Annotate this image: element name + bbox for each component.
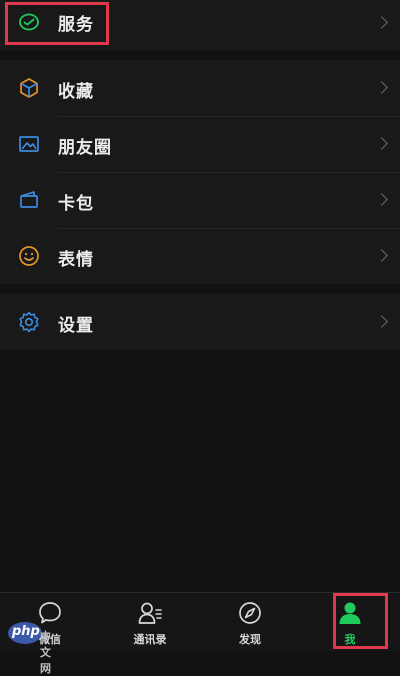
menu-item-settings-label: 设置 (58, 316, 94, 336)
menu-item-stickers-label: 表情 (58, 250, 94, 270)
menu-item-favorites[interactable]: 收藏 (0, 60, 400, 116)
gear-icon (19, 311, 39, 333)
chat-bubble-icon (39, 602, 61, 624)
chevron-right-icon (375, 137, 388, 150)
watermark-site: 中文网 (40, 630, 51, 675)
smiley-icon (19, 246, 39, 266)
chevron-right-icon (375, 16, 388, 29)
chevron-right-icon (375, 249, 388, 262)
menu-item-cards[interactable]: 卡包 (0, 172, 400, 228)
card-wallet-icon (20, 191, 38, 208)
chevron-right-icon (375, 193, 388, 206)
chevron-right-icon (375, 315, 388, 328)
picture-icon (19, 136, 39, 152)
menu-item-moments-label: 朋友圈 (58, 138, 112, 158)
contacts-icon (138, 602, 162, 624)
menu-item-moments[interactable]: 朋友圈 (0, 116, 400, 172)
tab-contacts[interactable]: 通讯录 (100, 593, 200, 651)
highlight-box-service (5, 2, 109, 45)
menu-item-cards-label: 卡包 (58, 194, 94, 214)
menu-item-stickers[interactable]: 表情 (0, 228, 400, 284)
settings-group: 设置 (0, 294, 400, 350)
tab-discover-label: 发现 (239, 633, 261, 646)
tab-discover[interactable]: 发现 (200, 593, 300, 651)
compass-icon (239, 602, 261, 624)
cube-icon (20, 78, 38, 98)
main-group: 收藏 朋友圈 卡包 表情 (0, 60, 400, 284)
tab-contacts-label: 通讯录 (133, 633, 167, 646)
highlight-box-tab-me (333, 593, 388, 649)
watermark-logo: php (12, 624, 40, 639)
menu-item-settings[interactable]: 设置 (0, 294, 400, 350)
menu-item-favorites-label: 收藏 (58, 82, 94, 102)
chevron-right-icon (375, 81, 388, 94)
